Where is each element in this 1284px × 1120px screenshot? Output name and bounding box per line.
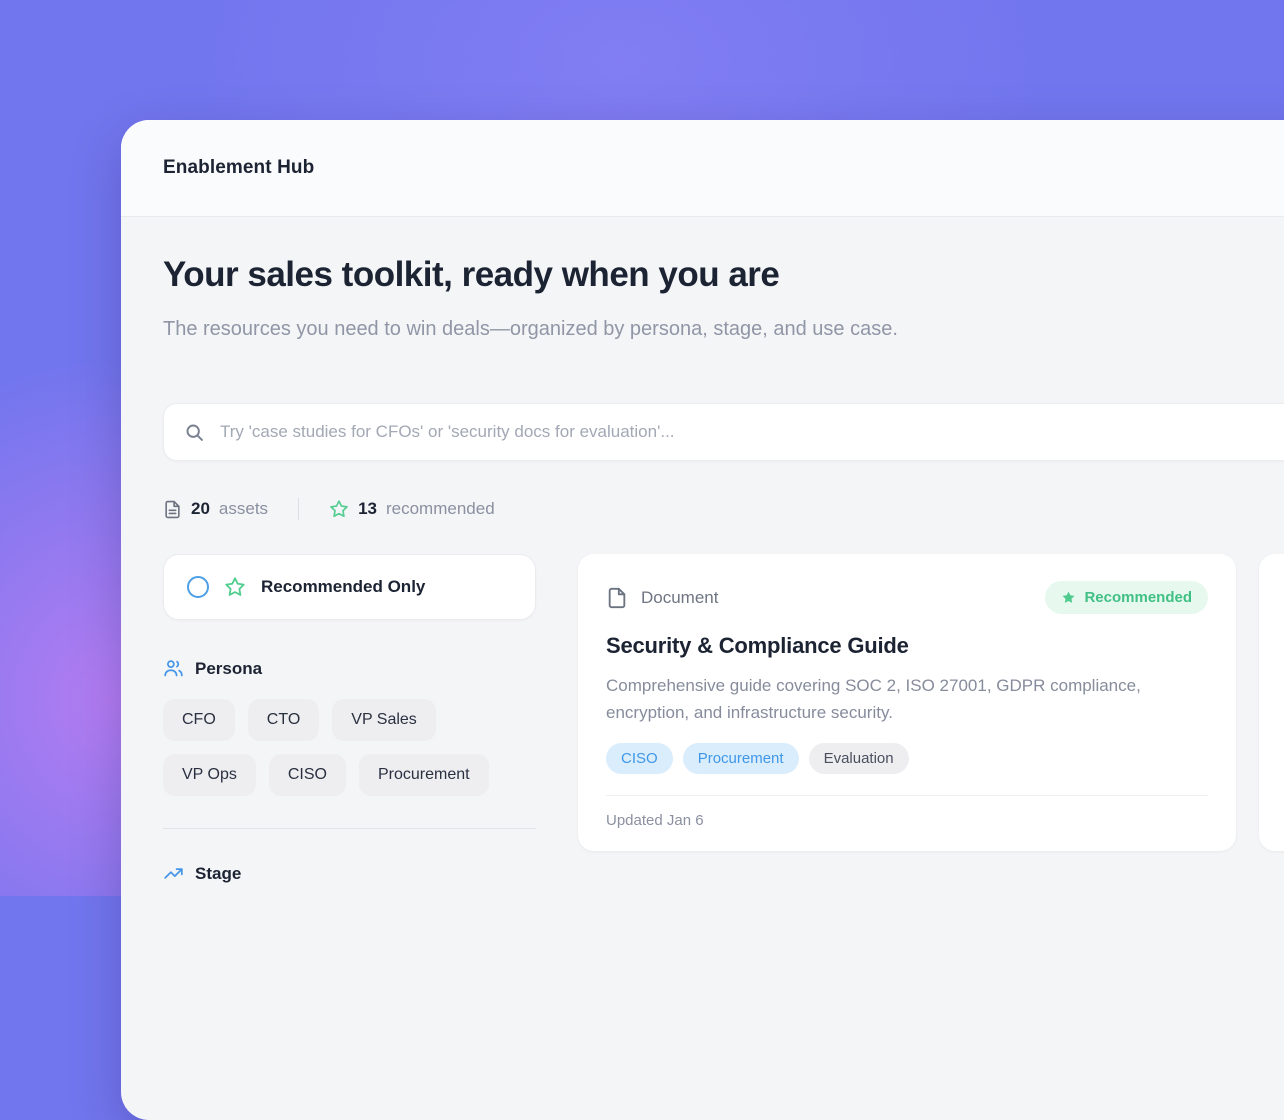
trending-up-icon bbox=[163, 863, 184, 884]
assets-label: assets bbox=[219, 499, 268, 519]
file-icon bbox=[606, 587, 628, 609]
card-title: Security & Compliance Guide bbox=[606, 633, 1208, 659]
app-title: Enablement Hub bbox=[163, 157, 314, 179]
badge-label: Recommended bbox=[1084, 589, 1192, 606]
persona-chips: CFO CTO VP Sales VP Ops CISO Procurement bbox=[163, 699, 536, 796]
search-input[interactable] bbox=[220, 422, 1284, 442]
file-text-icon bbox=[163, 500, 182, 519]
radio-circle-icon[interactable] bbox=[187, 576, 209, 598]
persona-chip-vp-ops[interactable]: VP Ops bbox=[163, 754, 256, 796]
users-icon bbox=[163, 658, 184, 679]
recommended-only-toggle[interactable]: Recommended Only bbox=[163, 554, 536, 620]
star-outline-icon bbox=[329, 499, 349, 519]
filters-sidebar: Recommended Only Persona CFO bbox=[163, 554, 536, 884]
badge-star-icon bbox=[1061, 590, 1076, 605]
asset-card[interactable]: Document Recommended Security & Complian… bbox=[578, 554, 1236, 851]
page-subtitle: The resources you need to win deals—orga… bbox=[163, 311, 993, 348]
persona-chip-cto[interactable]: CTO bbox=[248, 699, 319, 741]
card-description: Comprehensive guide covering SOC 2, ISO … bbox=[606, 672, 1186, 726]
assets-count: 20 bbox=[191, 499, 210, 519]
page-title: Your sales toolkit, ready when you are bbox=[163, 255, 1284, 295]
stage-label: Stage bbox=[195, 864, 241, 884]
tag-ciso: CISO bbox=[606, 743, 673, 774]
main-content: Your sales toolkit, ready when you are T… bbox=[121, 217, 1284, 884]
persona-chip-cfo[interactable]: CFO bbox=[163, 699, 235, 741]
content-grid: Recommended Only Persona CFO bbox=[163, 554, 1284, 884]
recommended-count: 13 bbox=[358, 499, 377, 519]
app-header: Enablement Hub bbox=[121, 120, 1284, 217]
recommended-badge: Recommended bbox=[1045, 581, 1208, 614]
card-type: Document bbox=[606, 587, 718, 609]
star-icon bbox=[224, 576, 246, 598]
recommended-only-label: Recommended Only bbox=[261, 577, 425, 597]
assets-stat: 20 assets bbox=[163, 499, 268, 519]
persona-chip-vp-sales[interactable]: VP Sales bbox=[332, 699, 436, 741]
stage-header: Stage bbox=[163, 863, 536, 884]
recommended-label: recommended bbox=[386, 499, 495, 519]
asset-card-partial[interactable] bbox=[1259, 554, 1284, 851]
recommended-stat: 13 recommended bbox=[329, 499, 495, 519]
stage-section: Stage bbox=[163, 863, 536, 884]
search-bar bbox=[163, 403, 1284, 461]
persona-chip-procurement[interactable]: Procurement bbox=[359, 754, 489, 796]
tag-procurement: Procurement bbox=[683, 743, 799, 774]
search-icon bbox=[184, 422, 205, 443]
card-top-row: Document Recommended bbox=[606, 581, 1208, 614]
persona-chip-ciso[interactable]: CISO bbox=[269, 754, 346, 796]
persona-header: Persona bbox=[163, 658, 536, 679]
tag-evaluation: Evaluation bbox=[809, 743, 909, 774]
persona-label: Persona bbox=[195, 659, 262, 679]
card-tags: CISO Procurement Evaluation bbox=[606, 743, 1208, 774]
card-updated: Updated Jan 6 bbox=[606, 812, 704, 829]
card-footer: Updated Jan 6 bbox=[606, 795, 1208, 830]
stats-divider bbox=[298, 498, 299, 520]
sidebar-divider bbox=[163, 828, 536, 829]
app-window: Enablement Hub Your sales toolkit, ready… bbox=[121, 120, 1284, 1120]
card-type-label: Document bbox=[641, 588, 718, 608]
stats-row: 20 assets 13 recommended bbox=[163, 498, 1284, 520]
persona-section: Persona CFO CTO VP Sales VP Ops CISO Pro… bbox=[163, 658, 536, 796]
